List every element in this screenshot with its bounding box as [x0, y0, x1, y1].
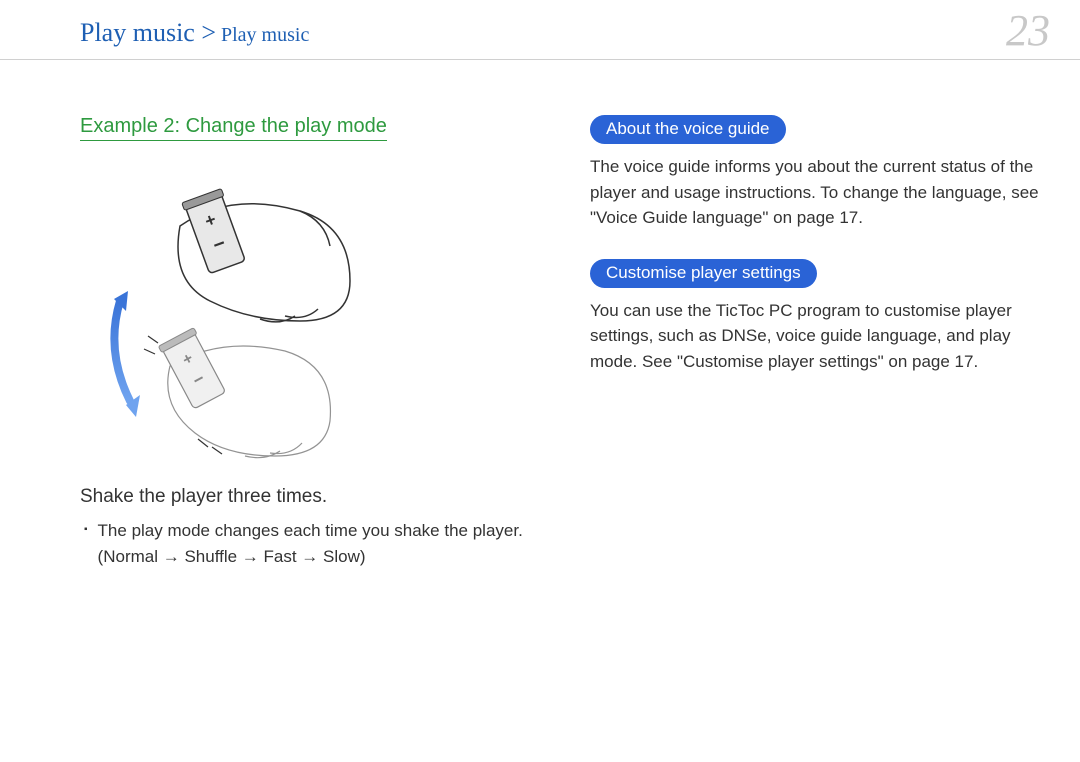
bullet-marker: ▪	[84, 518, 88, 542]
bullet-text: The play mode changes each time you shak…	[98, 518, 530, 569]
right-column: About the voice guide The voice guide in…	[590, 115, 1040, 569]
breadcrumb-sub: Play music	[216, 24, 309, 46]
about-voice-guide-body: The voice guide informs you about the cu…	[590, 154, 1040, 231]
customise-settings-body: You can use the TicToc PC program to cus…	[590, 298, 1040, 375]
shake-player-illustration: + − + −	[100, 171, 360, 461]
customise-settings-heading: Customise player settings	[590, 259, 817, 288]
bullet-item: ▪ The play mode changes each time you sh…	[80, 518, 530, 569]
about-voice-guide-heading: About the voice guide	[590, 115, 786, 144]
example-title: Example 2: Change the play mode	[80, 115, 387, 141]
breadcrumb: Play music > Play music	[80, 18, 1040, 48]
page-header: Play music > Play music 23	[0, 0, 1080, 60]
left-column: Example 2: Change the play mode	[80, 115, 530, 569]
breadcrumb-main: Play music >	[80, 18, 216, 47]
page-number: 23	[1006, 5, 1050, 56]
instruction-text: Shake the player three times.	[80, 486, 530, 508]
content-area: Example 2: Change the play mode	[0, 60, 1080, 569]
